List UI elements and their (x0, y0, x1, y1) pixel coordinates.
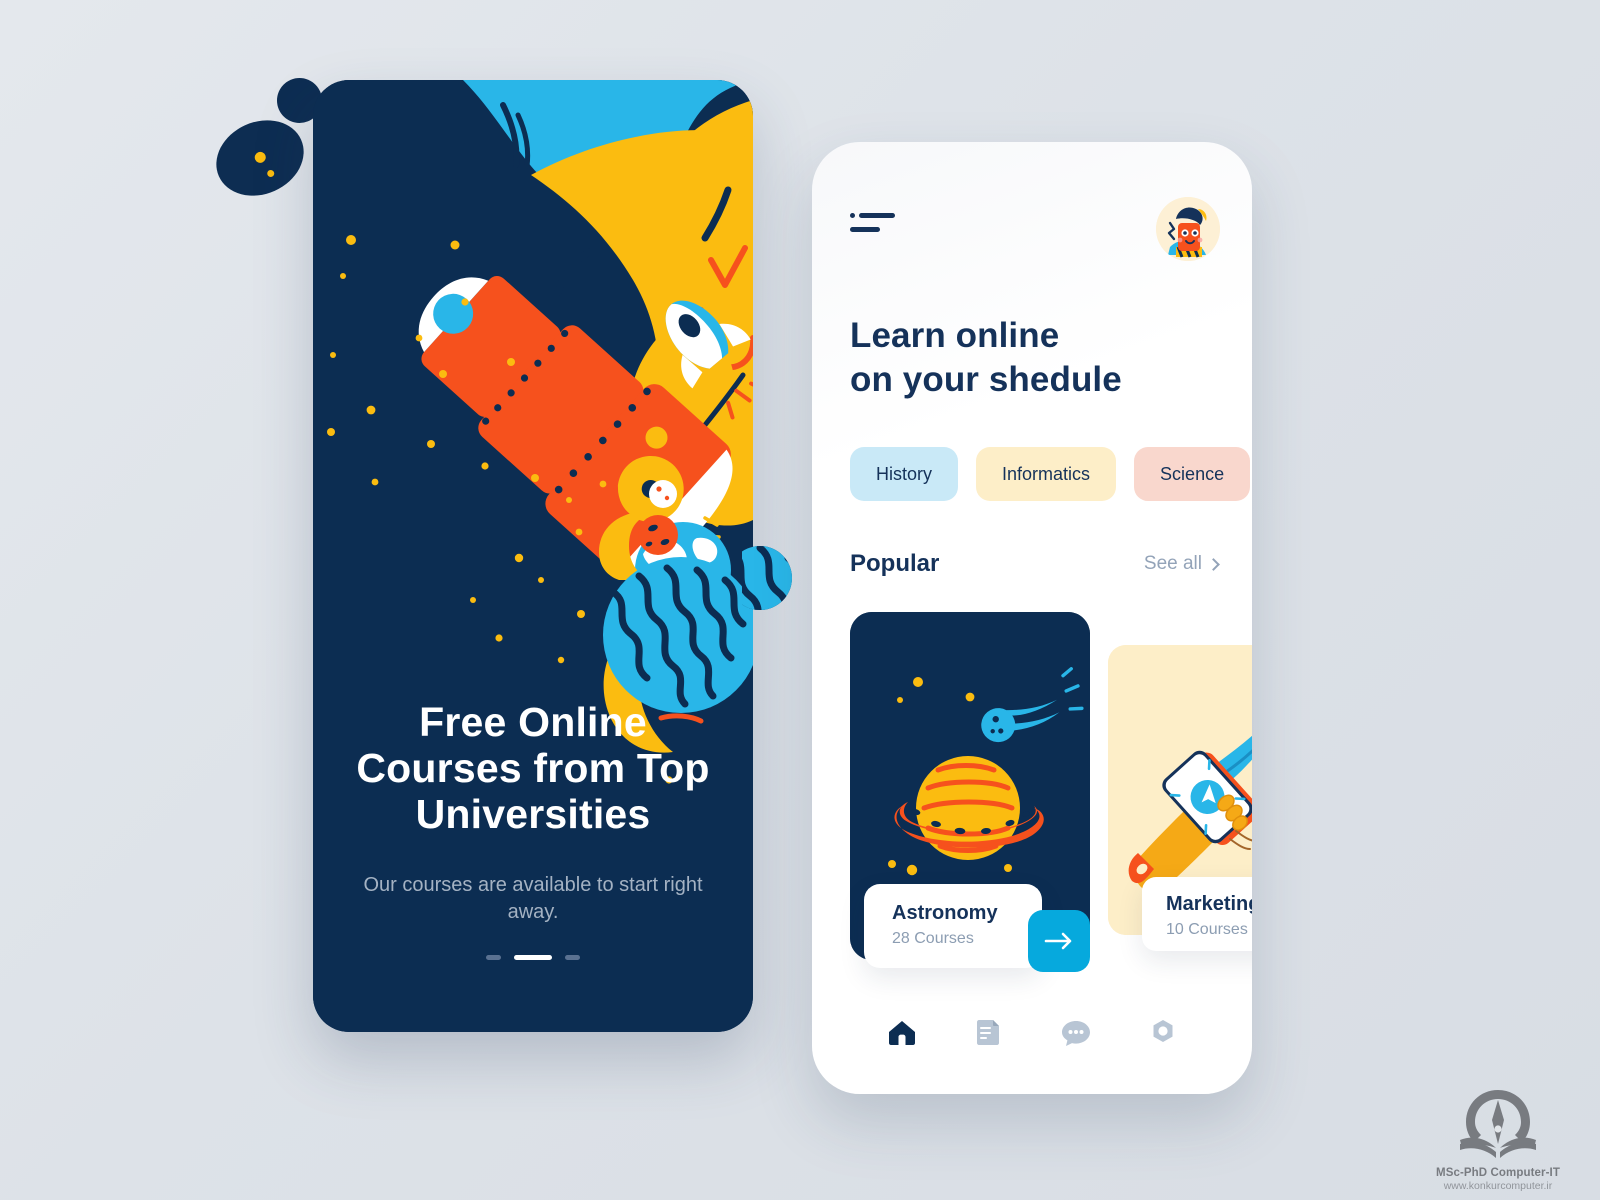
page-title: Free Online Courses from Top Universitie… (356, 699, 710, 837)
onboarding-copy: Free Online Courses from Top Universitie… (313, 699, 753, 927)
pagination-dot[interactable] (565, 955, 580, 960)
nav-item-documents[interactable] (969, 1012, 1009, 1052)
pen-nib-book-logo-icon (1460, 1090, 1536, 1158)
nav-item-chat[interactable] (1056, 1012, 1096, 1052)
course-cta-button[interactable] (1028, 910, 1090, 972)
course-title: Astronomy (892, 902, 998, 924)
course-label-astronomy: Astronomy 28 Courses (864, 884, 1042, 968)
see-all-label: See all (1143, 553, 1202, 574)
watermark-url: www.konkurcomputer.ir (1443, 1180, 1553, 1192)
pagination-dot[interactable] (486, 955, 501, 960)
planet-overflow-decoration (742, 546, 792, 610)
document-icon (976, 1020, 999, 1045)
category-filters: History Informatics Science (850, 447, 1251, 501)
course-card-astronomy[interactable]: Astronomy 28 Courses (850, 612, 1090, 972)
popular-section-header: Popular See all (850, 550, 1220, 578)
chat-bubble-icon (1061, 1021, 1090, 1046)
user-avatar-icon (1156, 197, 1220, 261)
bottom-navigation (812, 1012, 1252, 1052)
pagination-dot-active[interactable] (514, 955, 552, 960)
avatar[interactable] (1156, 197, 1220, 261)
nav-item-settings[interactable] (1143, 1012, 1183, 1052)
chevron-right-icon (1207, 557, 1220, 571)
gear-icon (1153, 1020, 1172, 1042)
pagination-dots[interactable] (313, 955, 753, 960)
decorative-dot (252, 150, 268, 165)
hamburger-icon[interactable] (850, 207, 896, 237)
watermark: MSc-PhD Computer-IT www.konkurcomputer.i… (1418, 1086, 1578, 1192)
course-subtitle: 28 Courses (892, 930, 974, 947)
home-icon (888, 1021, 915, 1045)
headline-line-2: on your shedule (850, 360, 1122, 400)
home-screen: Learn online on your shedule History Inf… (812, 142, 1252, 1094)
category-pill-science[interactable]: Science (1134, 447, 1251, 501)
see-all-link[interactable]: See all (1143, 553, 1220, 575)
nav-item-home[interactable] (882, 1012, 922, 1052)
decorative-dot (266, 168, 276, 179)
page-title: Learn online on your shedule (850, 314, 1218, 402)
course-card-marketing[interactable]: Marketing 10 Courses (1108, 645, 1252, 951)
app-header (850, 197, 1222, 261)
section-title: Popular (850, 550, 940, 577)
course-title: Marketing (1166, 893, 1252, 915)
page-subtitle: Our courses are available to start right… (363, 873, 703, 924)
watermark-name: MSc-PhD Computer-IT (1436, 1167, 1560, 1179)
course-subtitle: 10 Courses (1166, 921, 1248, 938)
category-pill-history[interactable]: History (850, 447, 959, 501)
category-pill-informatics[interactable]: Informatics (976, 447, 1117, 501)
headline-line-1: Learn online (850, 316, 1060, 355)
onboarding-screen: Free Online Courses from Top Universitie… (313, 80, 753, 1032)
arrow-right-icon (1044, 932, 1072, 950)
course-label-marketing: Marketing 10 Courses (1142, 877, 1252, 951)
